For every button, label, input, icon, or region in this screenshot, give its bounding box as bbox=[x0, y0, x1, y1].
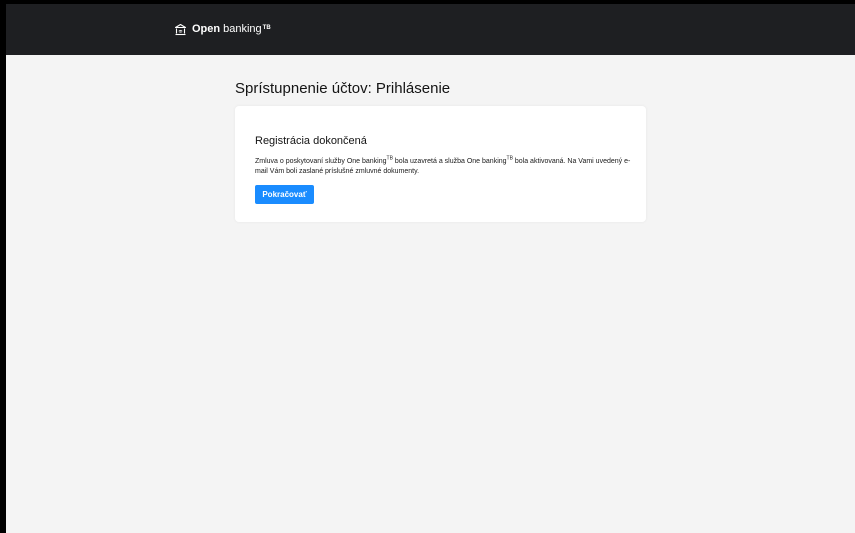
brand-name-bold: Open bbox=[192, 23, 221, 35]
registration-card: Registrácia dokončená Zmluva o poskytova… bbox=[235, 106, 646, 222]
top-bar: Open banking TB bbox=[6, 4, 855, 55]
message-part-2: bola uzavretá a služba One banking bbox=[392, 158, 507, 165]
bank-icon bbox=[174, 23, 187, 36]
card-title: Registrácia dokončená bbox=[255, 135, 367, 147]
brand-name-regular: banking bbox=[223, 23, 262, 35]
message-part-1: Zmluva o poskytovaní služby One banking bbox=[255, 158, 387, 165]
continue-button[interactable]: Pokračovať bbox=[255, 185, 314, 204]
page-title: Sprístupnenie účtov: Prihlásenie bbox=[235, 80, 451, 97]
brand-superscript: TB bbox=[262, 25, 271, 31]
brand-logo[interactable]: Open banking TB bbox=[174, 20, 271, 38]
card-message: Zmluva o poskytovaní služby One bankingT… bbox=[255, 156, 635, 177]
browser-viewport: Open banking TB Sprístupnenie účtov: Pri… bbox=[6, 4, 855, 533]
